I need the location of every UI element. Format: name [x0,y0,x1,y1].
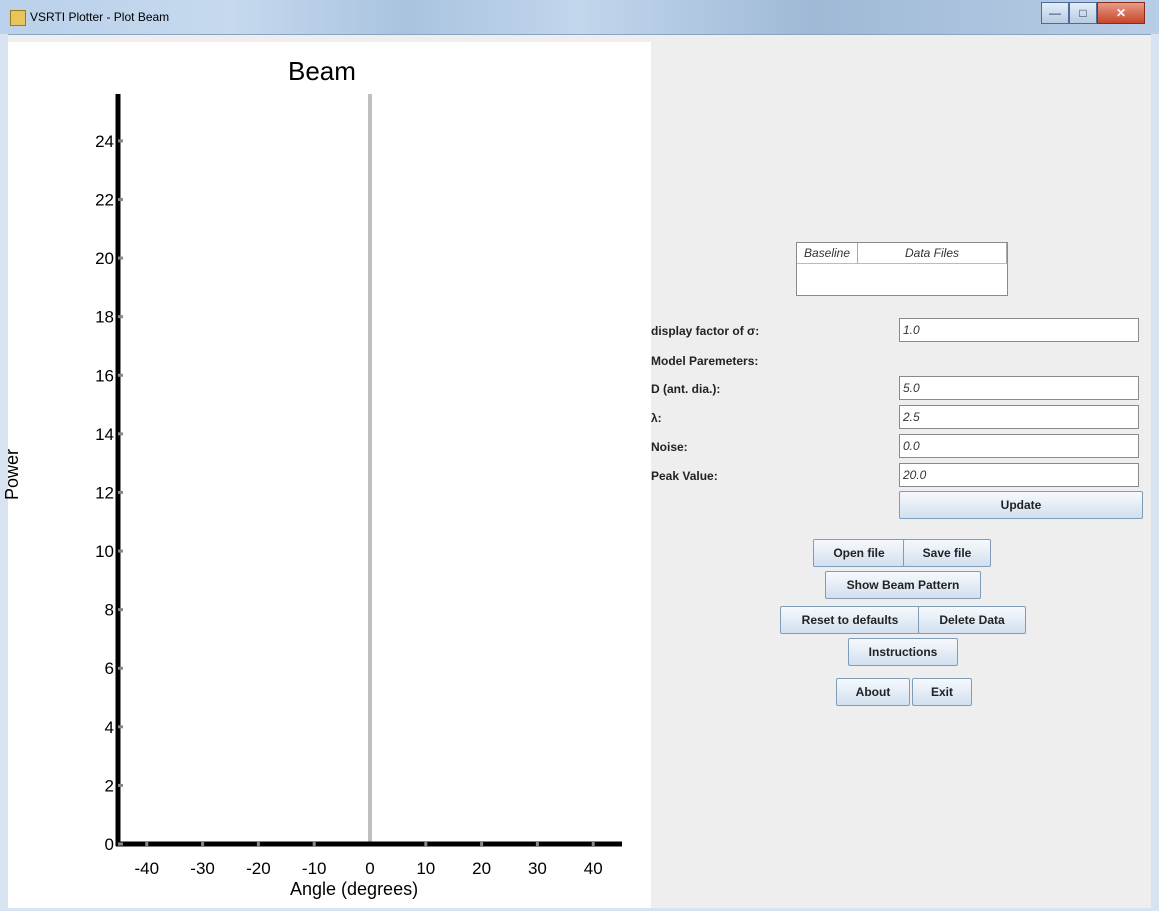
maximize-icon: □ [1079,6,1087,20]
display-factor-row: display factor of σ: 1.0 [651,318,1151,344]
minimize-button[interactable]: — [1041,2,1069,24]
y-tick-label: 22 [95,190,114,209]
antenna-diameter-field[interactable]: 5.0 [899,376,1139,400]
window-right-border [1151,34,1159,911]
close-icon: ✕ [1115,6,1127,20]
title-bar[interactable]: VSRTI Plotter - Plot Beam — □ ✕ [0,0,1159,35]
exit-button[interactable]: Exit [912,678,972,706]
about-button[interactable]: About [836,678,910,706]
delete-data-button[interactable]: Delete Data [918,606,1026,634]
wavelength-row: λ: 2.5 [651,405,1151,431]
model-parameters-label: Model Paremeters: [651,354,759,368]
x-tick-label: -30 [190,859,215,878]
save-file-button[interactable]: Save file [903,539,991,567]
close-button[interactable]: ✕ [1097,2,1145,24]
x-tick-label: 20 [472,859,491,878]
x-axis-label: Angle (degrees) [290,879,419,899]
x-tick-label: -20 [246,859,271,878]
maximize-button[interactable]: □ [1069,2,1097,24]
x-tick-label: 40 [584,859,603,878]
wavelength-field[interactable]: 2.5 [899,405,1139,429]
peak-value-field[interactable]: 20.0 [899,463,1139,487]
wavelength-label: λ: [651,411,662,425]
java-app-icon [10,10,26,26]
y-tick-label: 18 [95,308,114,327]
beam-plot: 024681012141618202224-40 -30 -20 -10 0 10 20 30… [95,94,622,878]
x-tick-label: 0 [365,859,374,878]
y-tick-label: 16 [95,366,114,385]
window-title: VSRTI Plotter - Plot Beam [30,10,170,24]
y-tick-label: 4 [105,718,114,737]
open-file-button[interactable]: Open file [813,539,905,567]
x-tick-label: -10 [302,859,327,878]
display-factor-field[interactable]: 1.0 [899,318,1139,342]
y-tick-label: 24 [95,132,114,151]
y-axis-label: Power [2,448,22,500]
update-button[interactable]: Update [899,491,1143,519]
reset-defaults-button[interactable]: Reset to defaults [780,606,920,634]
y-tick-label: 8 [105,601,114,620]
peak-value-label: Peak Value: [651,469,718,483]
y-tick-label: 20 [95,249,114,268]
column-header-data-files[interactable]: Data Files [858,243,1007,263]
x-tick-label: 10 [416,859,435,878]
display-factor-label: display factor of σ: [651,324,760,338]
window-controls: — □ ✕ [1041,2,1145,24]
y-tick-label: 14 [95,425,114,444]
y-tick-label: 0 [105,835,114,854]
noise-field[interactable]: 0.0 [899,434,1139,458]
data-files-table[interactable]: Baseline Data Files [796,242,1008,296]
table-header: Baseline Data Files [797,243,1007,264]
x-tick-label: 30 [528,859,547,878]
control-panel: Baseline Data Files display factor of σ:… [651,42,1151,908]
y-tick-label: 6 [105,659,114,678]
y-tick-label: 2 [105,776,114,795]
x-tick-label: -40 [135,859,160,878]
y-tick-label: 10 [95,542,114,561]
antenna-diameter-row: D (ant. dia.): 5.0 [651,376,1151,402]
plot-panel: Beam 0 2 4 6 8 10 12 14 16 18 20 22 24 -40 -30 -20 -10 0 1… [2,42,651,908]
minimize-icon: — [1049,6,1061,20]
peak-value-row: Peak Value: 20.0 [651,463,1151,489]
app-window: VSRTI Plotter - Plot Beam — □ ✕ Beam 024… [0,0,1159,911]
instructions-button[interactable]: Instructions [848,638,958,666]
noise-row: Noise: 0.0 [651,434,1151,460]
show-beam-pattern-button[interactable]: Show Beam Pattern [825,571,981,599]
noise-label: Noise: [651,440,688,454]
y-tick-label: 12 [95,483,114,502]
antenna-diameter-label: D (ant. dia.): [651,382,721,396]
column-header-baseline[interactable]: Baseline [797,243,858,263]
model-parameters-row: Model Paremeters: [651,348,1151,374]
